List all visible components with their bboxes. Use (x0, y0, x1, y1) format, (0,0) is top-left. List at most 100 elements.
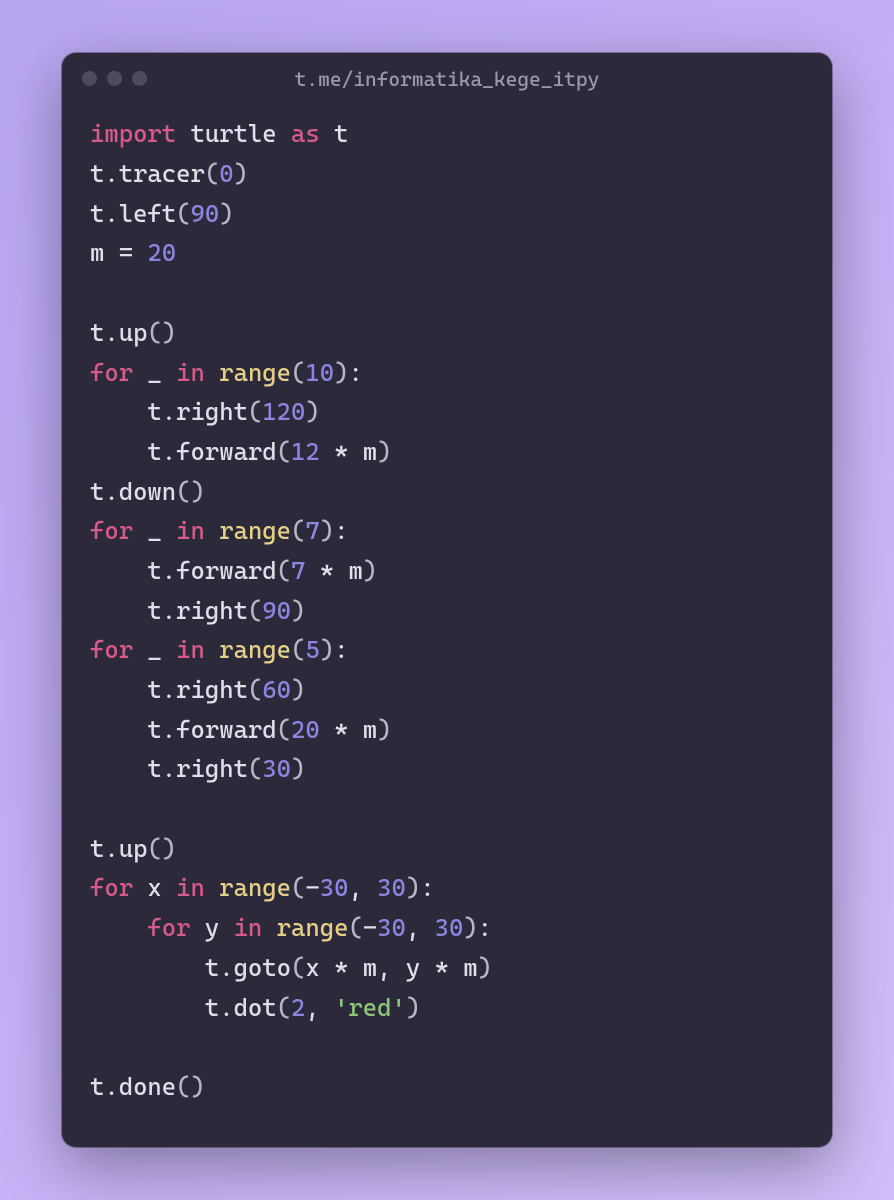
code-token-num: 5 (305, 635, 319, 664)
code-token-builtin: range (219, 516, 291, 545)
code-token-num: 12 (291, 437, 320, 466)
code-token-op: . (104, 477, 118, 506)
code-token-paren: () (147, 834, 176, 863)
code-token-builtin: range (277, 913, 349, 942)
code-token-fn: forward (176, 437, 277, 466)
code-token-fn: right (176, 397, 248, 426)
code-token-paren: ) (291, 675, 305, 704)
code-token-paren: ) (234, 159, 248, 188)
code-token-num: 0 (219, 159, 233, 188)
code-token-num: 10 (305, 358, 334, 387)
code-token-num: 7 (291, 556, 305, 585)
code-token-var: t (90, 834, 104, 863)
code-token-kw: for (147, 913, 190, 942)
code-token-var: t (90, 199, 104, 228)
code-token-var (205, 358, 219, 387)
code-line: t.tracer(0) (90, 154, 804, 194)
code-token-var: t (90, 596, 162, 625)
code-token-kw: for (90, 516, 133, 545)
code-token-paren: ) (363, 556, 377, 585)
code-token-kw: as (291, 119, 320, 148)
code-token-op: . (104, 318, 118, 347)
code-line: t.up() (90, 829, 804, 869)
code-token-paren: ( (248, 754, 262, 783)
code-token-var: t (90, 477, 104, 506)
code-line: t.forward(7 * m) (90, 551, 804, 591)
code-line: t.down() (90, 472, 804, 512)
code-token-paren: ) (406, 993, 420, 1022)
code-token-var (262, 913, 276, 942)
code-token-op: * (334, 953, 348, 982)
code-token-fn: left (119, 199, 176, 228)
code-token-paren: ) (291, 596, 305, 625)
code-token-var: y (406, 953, 435, 982)
code-token-paren: ) (377, 437, 391, 466)
code-token-var (90, 913, 147, 942)
code-token-paren: ( (277, 993, 291, 1022)
code-token-paren: ) (406, 873, 420, 902)
code-token-paren: () (176, 1072, 205, 1101)
code-token-paren: ( (248, 397, 262, 426)
code-line: for _ in range(5): (90, 630, 804, 670)
code-token-op: . (219, 953, 233, 982)
code-token-op: . (104, 199, 118, 228)
code-token-var: m (449, 953, 478, 982)
code-token-fn: goto (234, 953, 291, 982)
code-token-op: . (104, 834, 118, 863)
code-token-op: , (377, 953, 406, 982)
code-token-num: 30 (377, 913, 406, 942)
code-token-fn: forward (176, 556, 277, 585)
code-token-var: t (320, 119, 349, 148)
code-token-kw: in (176, 635, 205, 664)
code-content: import turtle as tt.tracer(0)t.left(90)m… (62, 94, 832, 1116)
code-token-kw: in (176, 873, 205, 902)
code-token-num: 2 (291, 993, 305, 1022)
code-line (90, 789, 804, 829)
code-token-paren: ( (176, 199, 190, 228)
window-title: t.me/informatika_kege_itpy (62, 67, 832, 91)
code-token-fn: dot (234, 993, 277, 1022)
code-line (90, 1027, 804, 1067)
code-token-var: m (348, 556, 362, 585)
code-line: for _ in range(10): (90, 353, 804, 393)
code-token-paren: ) (463, 913, 477, 942)
code-line: t.up() (90, 313, 804, 353)
code-line: import turtle as t (90, 114, 804, 154)
code-line: t.right(30) (90, 749, 804, 789)
code-token-paren: ) (320, 635, 334, 664)
code-window: t.me/informatika_kege_itpy import turtle… (62, 53, 832, 1146)
code-line: m = 20 (90, 233, 804, 273)
code-token-op: . (219, 993, 233, 1022)
code-line: for x in range(-30, 30): (90, 868, 804, 908)
code-token-num: 20 (291, 715, 320, 744)
code-token-kw: import (90, 119, 176, 148)
code-token-num: 7 (305, 516, 319, 545)
code-token-builtin: range (219, 873, 291, 902)
code-token-fn: right (176, 675, 248, 704)
code-token-num: 120 (262, 397, 305, 426)
code-token-paren: ( (248, 596, 262, 625)
code-token-paren: ( (291, 873, 305, 902)
code-token-fn: right (176, 596, 248, 625)
code-token-str: 'red' (334, 993, 406, 1022)
code-token-paren: ( (277, 437, 291, 466)
code-token-paren: ( (277, 715, 291, 744)
code-token-var: x (133, 873, 176, 902)
code-token-var: t (90, 437, 162, 466)
code-token-paren: () (147, 318, 176, 347)
code-token-var: _ (133, 635, 176, 664)
code-token-paren: () (176, 477, 205, 506)
code-token-var: t (90, 318, 104, 347)
code-token-paren: ) (377, 715, 391, 744)
code-line: t.forward(20 * m) (90, 710, 804, 750)
code-token-builtin: range (219, 358, 291, 387)
code-token-op: . (162, 437, 176, 466)
code-token-var: t (90, 715, 162, 744)
code-line (90, 273, 804, 313)
code-token-var: _ (133, 516, 176, 545)
code-line: for _ in range(7): (90, 511, 804, 551)
code-token-var: m (90, 238, 119, 267)
code-token-var: t (90, 1072, 104, 1101)
code-token-var (205, 516, 219, 545)
code-token-paren: ( (291, 953, 305, 982)
